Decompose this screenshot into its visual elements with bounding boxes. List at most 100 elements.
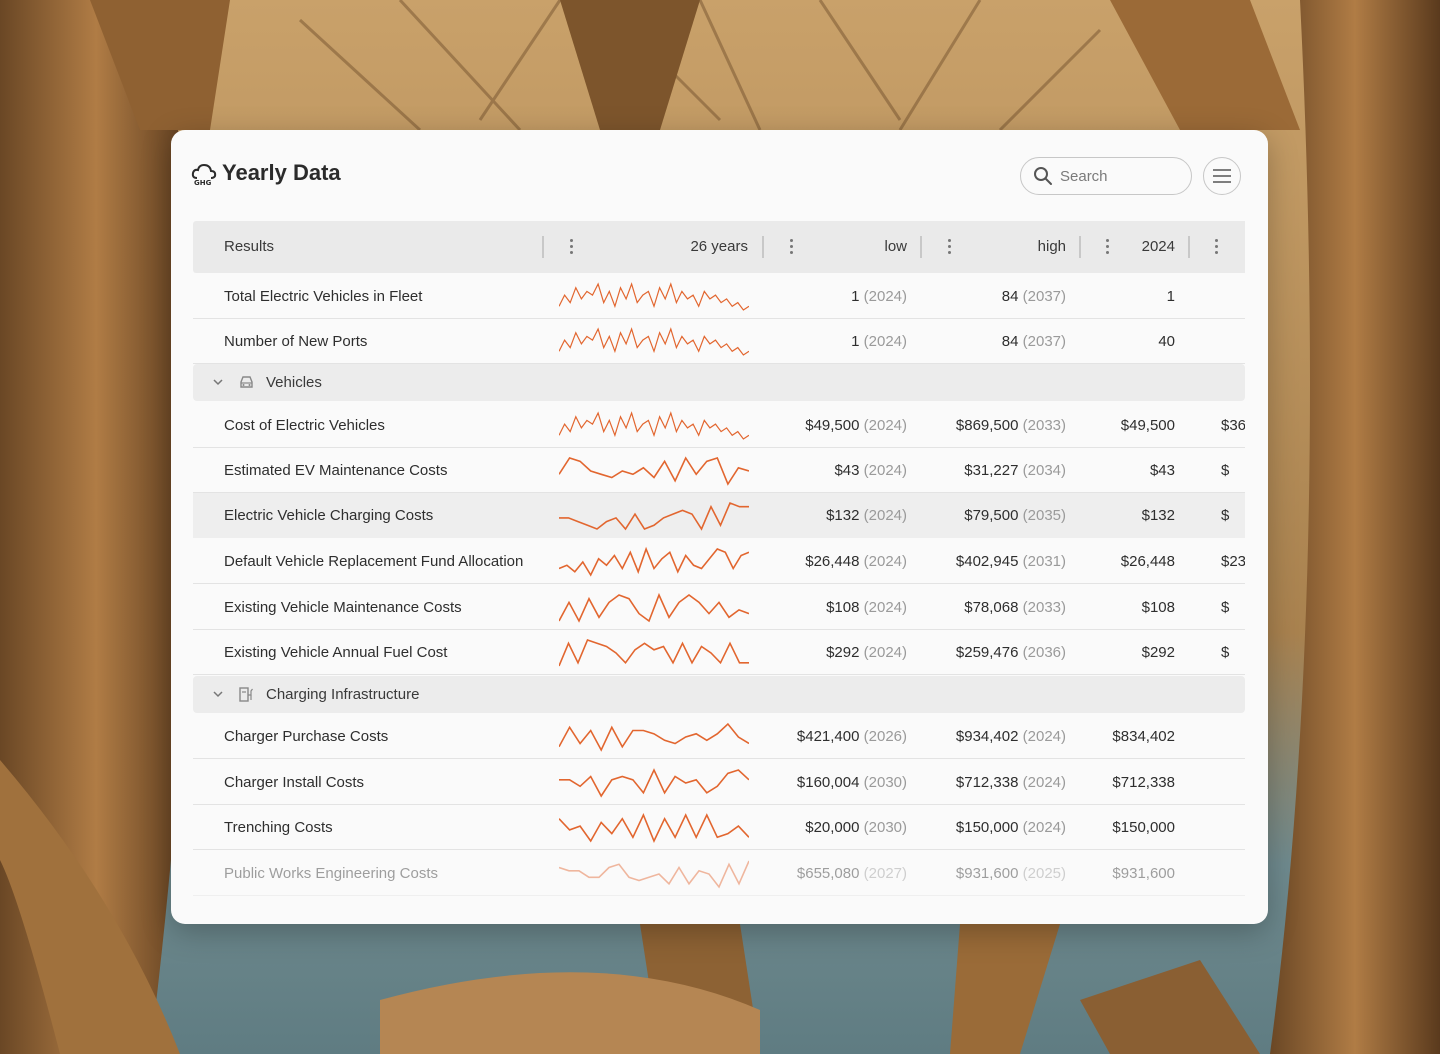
high-value: $150,000 (2024) <box>913 805 1066 850</box>
menu-button[interactable] <box>1203 157 1241 195</box>
sparkline-path <box>559 327 749 356</box>
low-amount: $26,448 <box>805 553 860 570</box>
low-value: $655,080 (2027) <box>753 851 907 896</box>
column-header-year[interactable]: 2024 <box>1123 221 1175 273</box>
table-row[interactable]: Charger Purchase Costs $421,400 (2026) $93… <box>193 714 1245 759</box>
table-row[interactable]: Trenching Costs $20,000 (2030) $150,000 (2… <box>193 805 1245 850</box>
search-box[interactable] <box>1020 157 1192 195</box>
group-row-vehicles[interactable]: Vehicles <box>193 364 1245 401</box>
sparkline <box>559 860 749 889</box>
table-row[interactable]: Total Electric Vehicles in Fleet 1 (2024)… <box>193 274 1245 319</box>
sparkline <box>559 592 749 623</box>
column-menu-icon[interactable] <box>1104 239 1110 255</box>
row-name: Cost of Electric Vehicles <box>224 417 385 434</box>
high-amount: $869,500 <box>955 417 1019 434</box>
sparkline <box>559 768 749 798</box>
table-row[interactable]: Existing Vehicle Annual Fuel Cost $292 (2… <box>193 630 1245 675</box>
chevron-down-icon[interactable] <box>212 377 224 387</box>
high-amount: $934,402 <box>955 728 1019 745</box>
svg-text:GHG: GHG <box>194 179 212 187</box>
column-menu-icon[interactable] <box>946 239 952 255</box>
value-2024: $712,338 <box>1112 774 1175 791</box>
low-amount: $20,000 <box>805 819 860 836</box>
next-column-value: $36 <box>1221 417 1245 434</box>
low-value: $421,400 (2026) <box>753 714 907 759</box>
column-menu-icon[interactable] <box>1213 239 1219 255</box>
table-row[interactable]: Charger Install Costs $160,004 (2030) $712… <box>193 760 1245 805</box>
column-menu-icon[interactable] <box>788 239 794 255</box>
table-row[interactable]: Number of New Ports 1 (2024) 84 (2037) 40 <box>193 319 1245 364</box>
table-row[interactable]: Existing Vehicle Maintenance Costs $108 (… <box>193 585 1245 630</box>
high-value: $869,500 (2033) <box>913 403 1066 448</box>
table-row[interactable]: Electric Vehicle Charging Costs $132 (202… <box>193 493 1245 538</box>
next-column-value <box>1221 714 1245 759</box>
high-amount: $78,068 <box>964 599 1019 616</box>
low-amount: $132 <box>826 507 860 524</box>
column-resize-handle[interactable] <box>920 236 922 258</box>
high-amount: $31,227 <box>964 462 1019 479</box>
sparkline <box>559 813 749 843</box>
column-resize-handle[interactable] <box>1079 236 1081 258</box>
hamburger-menu-icon <box>1213 169 1231 183</box>
row-name: Trenching Costs <box>224 819 333 836</box>
row-name: Electric Vehicle Charging Costs <box>224 507 434 524</box>
high-year: (2031) <box>1022 553 1066 570</box>
sparkline <box>559 722 749 752</box>
low-value: $108 (2024) <box>753 585 907 630</box>
row-name: Public Works Engineering Costs <box>224 865 438 882</box>
high-value: $402,945 (2031) <box>913 539 1066 584</box>
column-resize-handle[interactable] <box>762 236 764 258</box>
high-year: (2036) <box>1022 644 1066 661</box>
ghg-cloud-logo: GHG <box>191 163 217 187</box>
column-header-results[interactable]: Results <box>224 221 274 273</box>
high-year: (2024) <box>1022 728 1066 745</box>
low-year: (2024) <box>863 462 907 479</box>
low-amount: $160,004 <box>796 774 860 791</box>
charging-station-icon <box>239 687 253 702</box>
search-input[interactable] <box>1060 167 1180 185</box>
low-year: (2030) <box>863 774 907 791</box>
column-header-high[interactable]: high <box>973 221 1066 273</box>
sparkline <box>559 638 749 667</box>
group-row-charging-infrastructure[interactable]: Charging Infrastructure <box>193 676 1245 713</box>
low-amount: $421,400 <box>796 728 860 745</box>
low-amount: 1 <box>851 288 860 305</box>
high-amount: $79,500 <box>964 507 1019 524</box>
row-name: Default Vehicle Replacement Fund Allocat… <box>224 553 524 570</box>
column-resize-handle[interactable] <box>542 236 544 258</box>
low-year: (2024) <box>863 417 907 434</box>
column-resize-handle[interactable] <box>1188 236 1190 258</box>
sparkline-path <box>559 456 749 486</box>
sparkline <box>559 456 749 486</box>
next-column-value <box>1221 851 1245 896</box>
high-amount: $259,476 <box>955 644 1019 661</box>
sparkline-path <box>559 722 749 752</box>
low-year: (2030) <box>863 819 907 836</box>
search-icon <box>1034 167 1052 185</box>
column-menu-icon[interactable] <box>568 239 574 255</box>
sparkline <box>559 501 749 531</box>
value-2024: $834,402 <box>1112 728 1175 745</box>
column-header-low[interactable]: low <box>813 221 907 273</box>
table-header-row: Results 26 years low high 2024 <box>193 221 1245 273</box>
table-row[interactable]: Cost of Electric Vehicles $49,500 (2024) $… <box>193 403 1245 448</box>
high-year: (2037) <box>1022 333 1066 350</box>
high-value: 84 (2037) <box>913 319 1066 364</box>
panel-header: GHG Yearly Data <box>171 130 1268 220</box>
column-header-trend[interactable]: 26 years <box>593 221 748 273</box>
sparkline-path <box>559 813 749 843</box>
table-row[interactable]: Estimated EV Maintenance Costs $43 (2024)… <box>193 448 1245 493</box>
row-name: Number of New Ports <box>224 333 368 350</box>
low-value: $26,448 (2024) <box>753 539 907 584</box>
low-amount: $49,500 <box>805 417 860 434</box>
table-row[interactable]: Public Works Engineering Costs $655,080 (… <box>193 851 1245 896</box>
low-value: $20,000 (2030) <box>753 805 907 850</box>
next-column-value: $ <box>1221 599 1230 616</box>
sparkline-path <box>559 411 749 440</box>
table-row[interactable]: Default Vehicle Replacement Fund Allocat… <box>193 539 1245 584</box>
value-2024: $132 <box>1141 507 1175 524</box>
sparkline-path <box>559 638 749 667</box>
high-value: $259,476 (2036) <box>913 630 1066 675</box>
chevron-down-icon[interactable] <box>212 689 224 699</box>
yearly-data-panel: GHG Yearly Data Results 26 years <box>171 130 1268 924</box>
